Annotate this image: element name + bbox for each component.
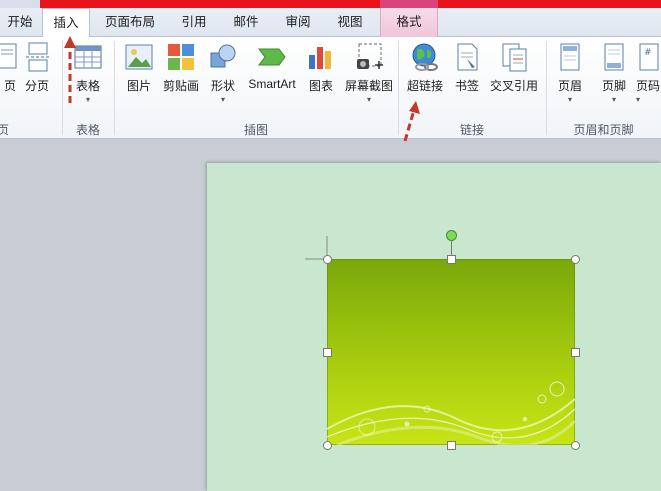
arrow-head-icon [409,101,420,114]
annotation-arrows [64,36,420,142]
arrow-head-icon [64,36,76,48]
annotation-arrow-hyperlink [403,109,416,142]
